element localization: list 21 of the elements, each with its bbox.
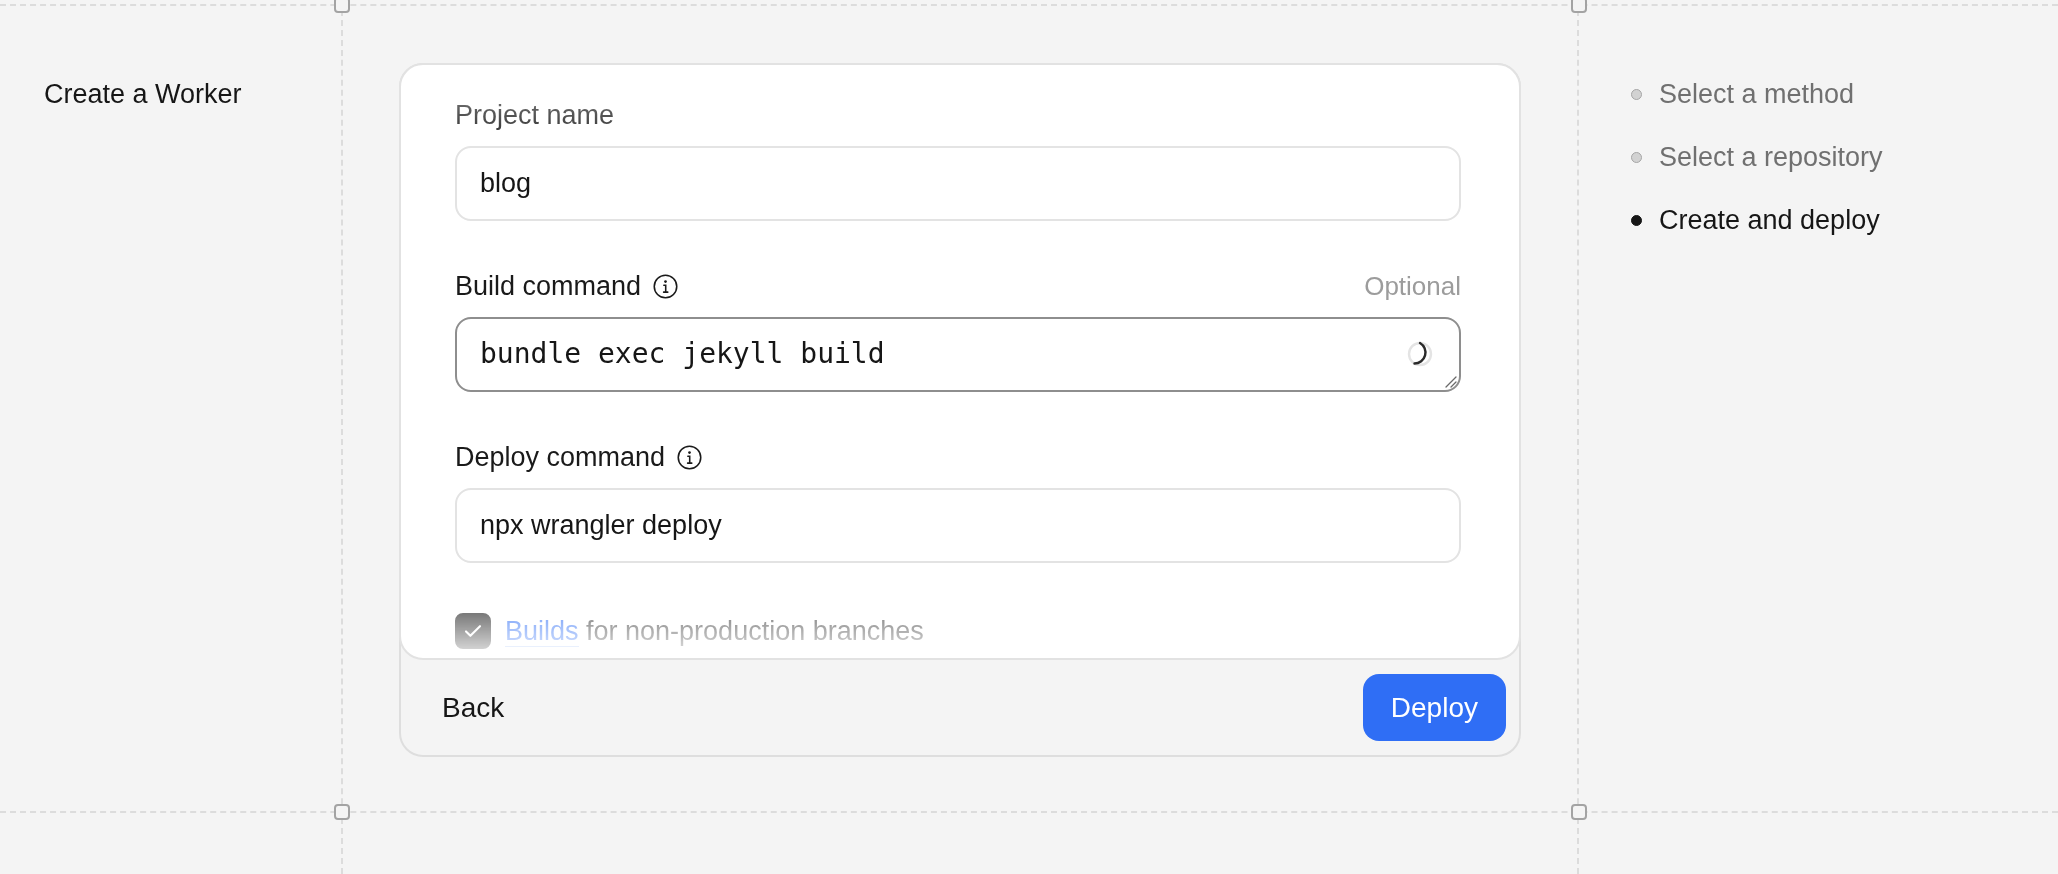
step-label[interactable]: Select a repository — [1659, 140, 1883, 174]
field-label: Build command — [455, 270, 642, 303]
page-title: Create a Worker — [44, 78, 243, 111]
back-button[interactable]: Back — [418, 674, 529, 741]
resize-grip-icon[interactable] — [1445, 376, 1457, 388]
field-label: Deploy command — [455, 441, 666, 474]
text-input[interactable]: blog — [455, 146, 1461, 221]
step-label[interactable]: Create and deploy — [1659, 203, 1880, 237]
info-icon[interactable] — [677, 444, 703, 470]
optional-hint: Optional — [1364, 270, 1461, 303]
frame-handle-icon — [1571, 804, 1587, 820]
info-icon[interactable] — [653, 273, 679, 299]
checkmark-icon — [464, 624, 482, 638]
text-input[interactable]: npx wrangler deploy — [455, 488, 1461, 563]
deploy-button[interactable]: Deploy — [1362, 674, 1506, 741]
checkbox-label: Builds for non-production branches — [505, 615, 924, 648]
step-label[interactable]: Select a method — [1659, 77, 1855, 111]
code-textarea[interactable]: bundle exec jekyll build — [455, 317, 1461, 392]
checkbox[interactable] — [455, 613, 491, 649]
field-label: Project name — [455, 99, 615, 132]
frame-handle-icon — [334, 804, 350, 820]
